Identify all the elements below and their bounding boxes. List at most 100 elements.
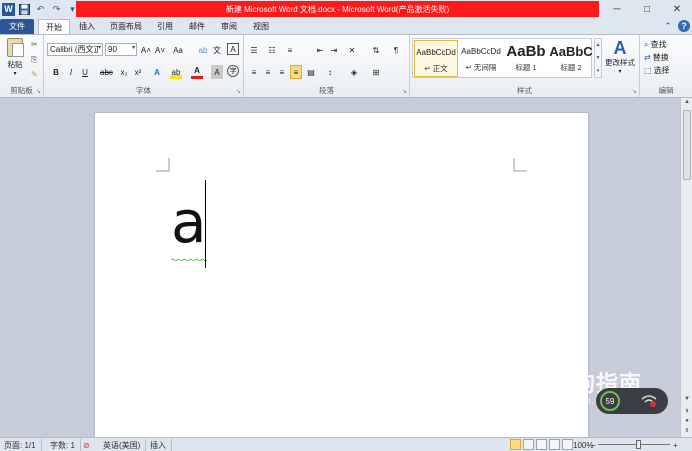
char-shading-button[interactable]: A [211,65,223,79]
bullets-icon[interactable]: ☰ [248,43,260,57]
insert-mode[interactable]: 插入 [150,439,172,451]
shading-icon[interactable]: ◈ [348,65,360,79]
redo-icon[interactable]: ↷ [50,3,63,16]
enclose-char-button[interactable]: 字 [227,65,239,77]
paste-button[interactable]: 粘贴 ▾ [4,38,26,77]
zoom-out-button[interactable]: − [591,439,596,451]
system-monitor-widget[interactable]: 59 [596,388,668,414]
next-page-icon[interactable]: ⇟ [681,427,692,434]
tab-file[interactable]: 文件 [0,19,34,34]
align-right-icon[interactable]: ≡ [276,65,288,79]
styles-launcher-icon[interactable]: ↘ [632,88,637,95]
more-styles-icon[interactable]: ▾ [597,68,600,74]
style-heading-1[interactable]: AaBb 标题 1 [504,40,548,77]
scroll-down-icon[interactable]: ▼ [596,55,601,61]
underline-button[interactable]: U [79,65,91,79]
sogou-logo-icon: S [522,370,546,394]
grow-font-button[interactable]: A˄ [140,43,152,57]
zoom-in-button[interactable]: + [673,439,678,451]
browse-object-icon[interactable]: ● [681,418,692,424]
show-marks-icon[interactable]: ¶ [390,43,402,57]
distributed-icon[interactable]: ▤ [305,65,317,79]
bold-button[interactable]: B [50,65,62,79]
font-name-combo[interactable]: Calibri (西文正 ▾ [47,43,103,56]
font-launcher-icon[interactable]: ↘ [236,88,241,95]
superscript-button[interactable]: x² [132,65,144,79]
clear-format-button[interactable]: A [227,43,239,55]
multilevel-list-icon[interactable]: ≡ [284,43,296,57]
styles-scroll[interactable]: ▲ ▼ ▾ [594,38,602,78]
draft-view-button[interactable] [562,439,573,450]
char-border-icon[interactable]: 文 [211,43,223,57]
print-layout-view-button[interactable] [510,439,521,450]
numbering-icon[interactable]: ☷ [266,43,278,57]
web-layout-view-button[interactable] [536,439,547,450]
font-color-button[interactable]: A [191,65,203,79]
language-indicator[interactable]: 英语(美国) [103,439,147,451]
tab-home[interactable]: 开始 [38,19,70,34]
clipboard-launcher-icon[interactable]: ↘ [36,88,41,95]
tab-page-layout[interactable]: 页面布局 [104,19,148,34]
change-case-button[interactable]: Aa [172,43,184,57]
chinese-layout-icon[interactable]: ✕ [346,43,358,57]
word-count[interactable]: 字数: 1 [50,439,81,451]
font-size-combo[interactable]: 90 ▾ [105,43,137,56]
maximize-button[interactable]: □ [632,0,662,18]
help-icon[interactable]: ? [678,20,690,32]
increase-indent-icon[interactable]: ⇥ [328,43,340,57]
scroll-down-icon[interactable]: ▼ [681,396,692,402]
strikethrough-button[interactable]: abc [100,65,113,79]
justify-icon[interactable]: ≡ [290,65,302,79]
vertical-scrollbar[interactable]: ▲ ▼ ⇞ ● ⇟ [680,98,692,437]
replace-button[interactable]: ⇄ 替换 [644,52,669,63]
full-screen-reading-view-button[interactable] [523,439,534,450]
shrink-font-button[interactable]: A˅ [154,43,166,57]
sort-icon[interactable]: ⇅ [370,43,382,57]
tab-references[interactable]: 引用 [150,19,180,34]
outline-view-button[interactable] [549,439,560,450]
tab-review[interactable]: 审阅 [214,19,244,34]
subscript-button[interactable]: x₂ [118,65,130,79]
minimize-ribbon-icon[interactable]: ⌃ [662,20,674,32]
paragraph-launcher-icon[interactable]: ↘ [402,88,407,95]
italic-button[interactable]: I [65,65,77,79]
find-button[interactable]: ⌕ 查找 [644,39,666,50]
tab-view[interactable]: 视图 [246,19,276,34]
align-left-icon[interactable]: ≡ [248,65,260,79]
select-button[interactable]: ⬚ 选择 [644,65,670,76]
save-icon[interactable] [18,3,31,16]
tab-mailings[interactable]: 邮件 [182,19,212,34]
decrease-indent-icon[interactable]: ⇤ [314,43,326,57]
zoom-slider[interactable] [598,444,670,445]
text-effects-button[interactable]: A [151,65,163,79]
scroll-thumb[interactable] [683,110,691,180]
status-bar: 页面: 1/1 字数: 1 ⊘ 英语(美国) 插入 100% − + [0,437,692,451]
scroll-up-icon[interactable]: ▲ [681,99,692,105]
format-painter-icon[interactable]: ✎ [31,70,38,79]
paste-label: 粘贴 [7,60,23,69]
style-normal[interactable]: AaBbCcDd ↵ 正文 [414,40,458,77]
phonetic-guide-icon[interactable]: ab [197,43,209,57]
page-count[interactable]: 页面: 1/1 [4,439,42,451]
proofing-icon[interactable]: ⊘ [83,439,90,451]
style-heading-2[interactable]: AaBbC 标题 2 [549,40,593,77]
tab-insert[interactable]: 插入 [72,19,102,34]
borders-icon[interactable]: ⊞ [370,65,382,79]
margin-corner-top-left [156,158,170,172]
line-spacing-icon[interactable]: ↕ [324,65,336,79]
word-app-icon[interactable]: W [2,2,15,16]
chevron-down-icon: ▾ [131,45,135,51]
zoom-slider-knob[interactable] [636,440,641,449]
prev-page-icon[interactable]: ⇞ [681,408,692,415]
style-no-spacing[interactable]: AaBbCcDd ↵ 无间隔 [459,40,503,77]
align-center-icon[interactable]: ≡ [262,65,274,79]
minimize-button[interactable]: ─ [602,0,632,18]
highlight-button[interactable]: ab [170,65,182,79]
scroll-up-icon[interactable]: ▲ [596,42,601,48]
document-text[interactable]: a [171,193,207,251]
close-button[interactable]: ✕ [662,0,692,18]
undo-icon[interactable]: ↶ [34,3,47,16]
cut-icon[interactable]: ✂ [31,40,38,49]
copy-icon[interactable]: ⎘ [31,55,37,65]
change-styles-button[interactable]: A 更改样式 ▾ [604,39,636,75]
